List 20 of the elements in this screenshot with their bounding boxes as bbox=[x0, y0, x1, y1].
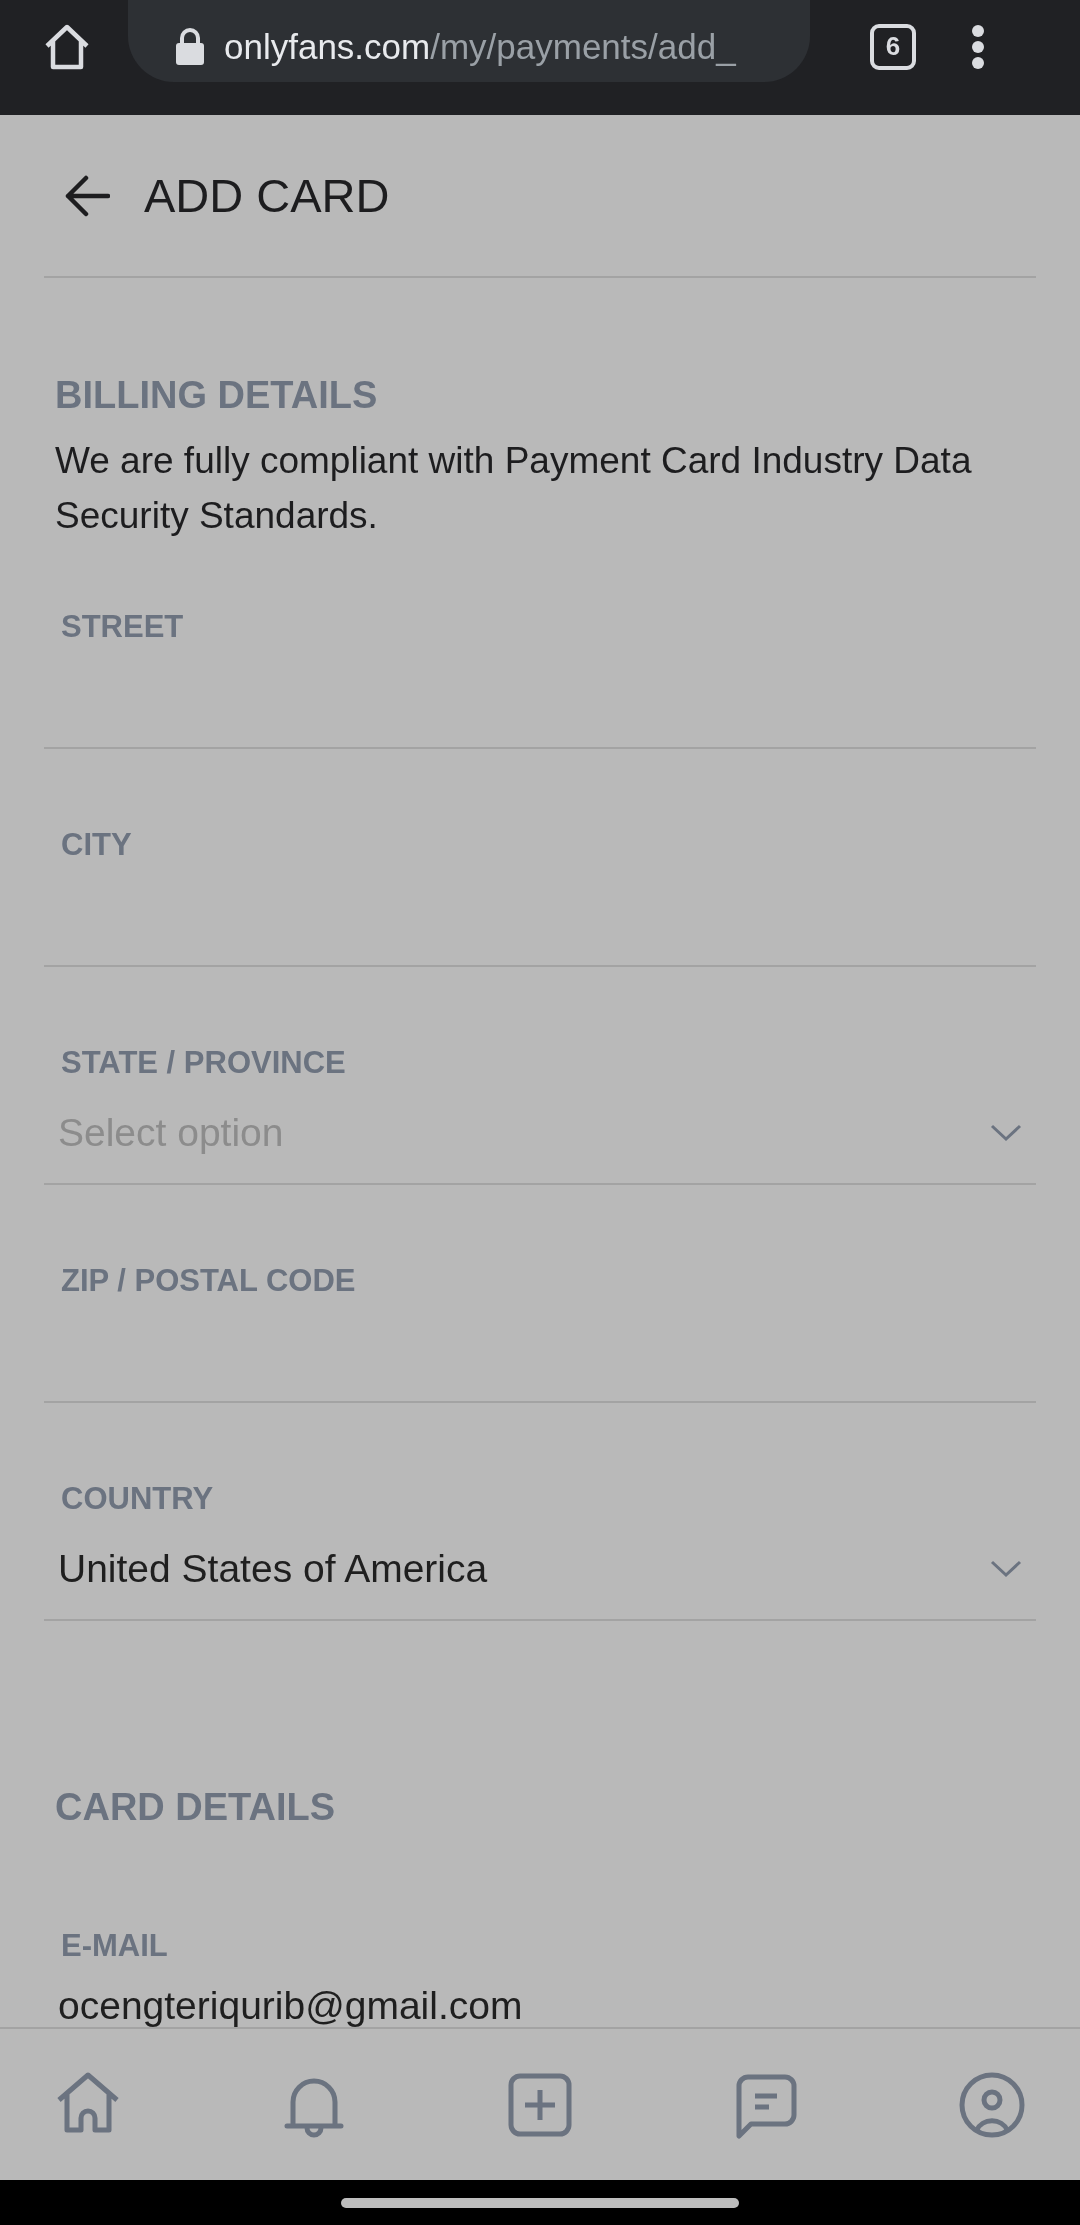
field-label: ZIP / POSTAL CODE bbox=[60, 1262, 357, 1300]
section-heading: BILLING DETAILS bbox=[55, 373, 379, 417]
page-title: ADD CARD bbox=[144, 168, 390, 223]
field-label: E-MAIL bbox=[60, 1927, 169, 1965]
chevron-down-icon bbox=[990, 1124, 1022, 1142]
section-heading: CARD DETAILS bbox=[55, 1785, 337, 1829]
field-label: COUNTRY bbox=[60, 1480, 215, 1518]
address-bar[interactable]: onlyfans.com/my/payments/add_ bbox=[128, 0, 810, 82]
url-text: onlyfans.com/my/payments/add_ bbox=[224, 26, 736, 67]
field-label: CITY bbox=[60, 826, 133, 864]
field-label: STATE / PROVINCE bbox=[60, 1044, 347, 1082]
back-arrow-icon[interactable] bbox=[64, 174, 110, 217]
description-text: We are fully compliant with Payment Card Industry Data Security Standards. bbox=[55, 439, 973, 538]
tab-count[interactable]: 6 bbox=[870, 23, 916, 70]
chevron-down-icon bbox=[990, 1560, 1022, 1578]
field-label: STREET bbox=[60, 608, 185, 646]
lock-icon bbox=[174, 27, 206, 66]
menu-icon[interactable] bbox=[971, 23, 985, 70]
dropdown-field[interactable]: United States of America bbox=[44, 1519, 1036, 1621]
home-indicator[interactable] bbox=[341, 2197, 739, 2208]
